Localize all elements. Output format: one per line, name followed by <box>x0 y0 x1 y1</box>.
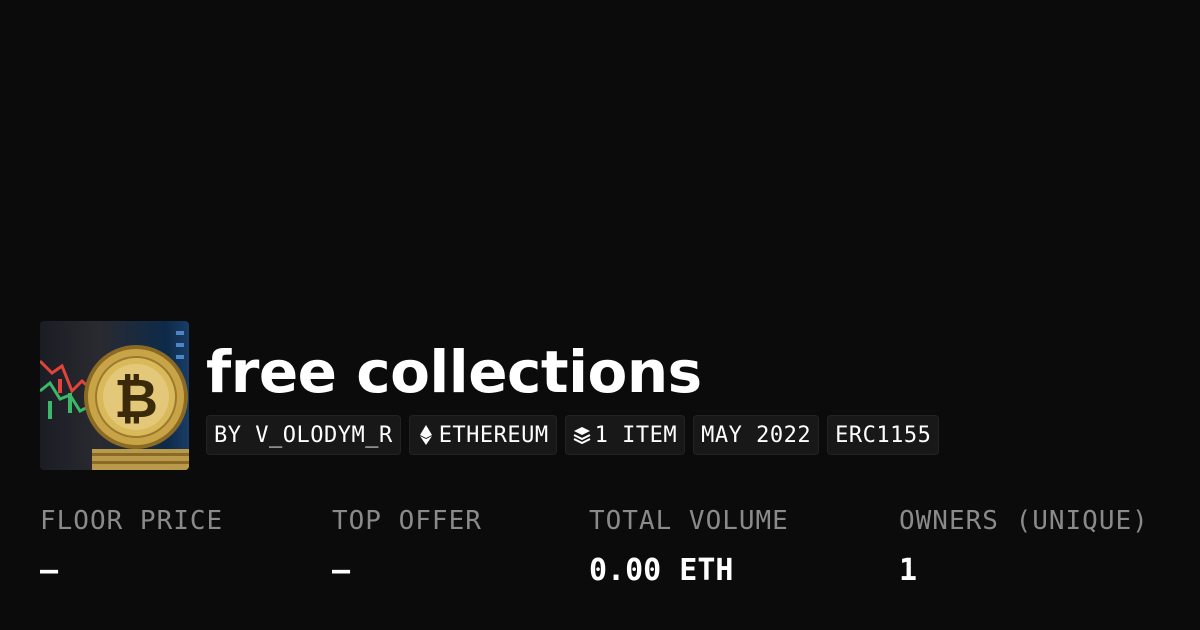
owners-label: OWNERS (UNIQUE) <box>899 506 1149 536</box>
creator-label: BY V_OLODYM_R <box>214 422 393 448</box>
floor-price-value: – <box>40 553 59 588</box>
stat-top-offer: TOP OFFER – <box>332 503 482 589</box>
top-offer-label: TOP OFFER <box>332 506 482 536</box>
items-label: 1 ITEM <box>594 422 678 448</box>
ethereum-icon <box>417 424 435 446</box>
date-chip: MAY 2022 <box>693 415 820 455</box>
collection-card: ₿ free collections BY V_OLODYM_R ETHEREU… <box>0 0 1200 630</box>
collection-title: free collections <box>206 338 702 406</box>
floor-price-label: FLOOR PRICE <box>40 506 224 536</box>
total-volume-label: TOTAL VOLUME <box>589 506 789 536</box>
svg-text:₿: ₿ <box>114 367 158 430</box>
bitcoin-coin-icon: ₿ <box>40 331 189 470</box>
stat-floor-price: FLOOR PRICE – <box>40 503 223 589</box>
top-offer-value: – <box>332 553 351 588</box>
chain-label: ETHEREUM <box>438 422 549 448</box>
stat-total-volume: TOTAL VOLUME 0.00 ETH <box>589 503 789 589</box>
creator-chip[interactable]: BY V_OLODYM_R <box>206 415 401 455</box>
layers-icon <box>573 424 591 446</box>
token-standard-label: ERC1155 <box>835 422 932 448</box>
collection-meta-chips: BY V_OLODYM_R ETHEREUM 1 ITEM MAY 2022 E… <box>206 415 940 455</box>
total-volume-value: 0.00 ETH <box>589 553 734 588</box>
owners-value: 1 <box>899 553 918 588</box>
token-standard-chip: ERC1155 <box>827 415 940 455</box>
date-label: MAY 2022 <box>701 422 812 448</box>
items-chip: 1 ITEM <box>564 415 686 455</box>
stat-owners: OWNERS (UNIQUE) 1 <box>899 503 1149 589</box>
chain-chip: ETHEREUM <box>408 415 557 455</box>
collection-thumbnail[interactable]: ₿ <box>40 321 189 470</box>
